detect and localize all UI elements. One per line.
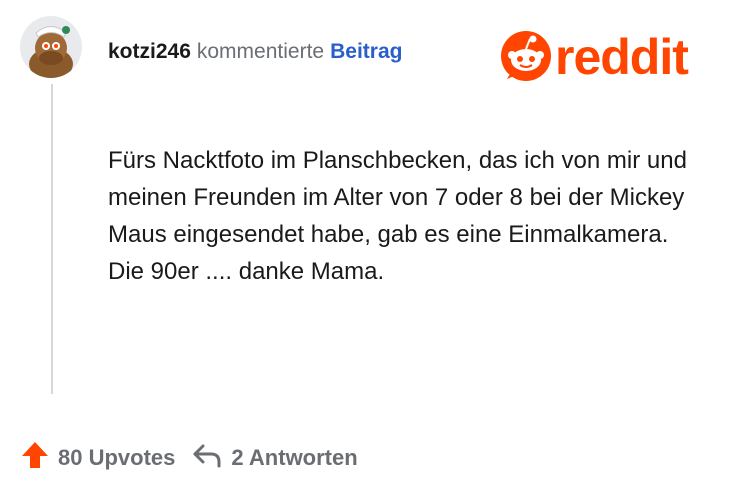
comment-footer: 80 Upvotes 2 Antworten — [20, 440, 358, 476]
username[interactable]: kotzi246 — [108, 40, 191, 64]
comment-header: kotzi246 kommentierte Beitrag — [108, 40, 402, 70]
comment-card: kotzi246 kommentierte Beitrag reddit Für… — [0, 0, 732, 482]
comment-body: Fürs Nacktfoto im Planschbecken, das ich… — [108, 147, 687, 285]
reddit-logo: reddit — [499, 28, 689, 88]
reply-arrow-icon — [191, 440, 223, 476]
upvote-count: 80 Upvotes — [58, 445, 176, 470]
post-link[interactable]: Beitrag — [330, 40, 402, 64]
reply-count: 2 Antworten — [231, 445, 358, 470]
thread-line — [51, 84, 53, 394]
comment-action: kommentierte — [196, 40, 325, 63]
reply-button[interactable]: 2 Antworten — [191, 440, 358, 476]
reddit-wordmark: reddit — [555, 28, 689, 85]
avatar[interactable] — [20, 16, 82, 78]
upvote-button[interactable]: 80 Upvotes — [20, 440, 175, 476]
reddit-snoo-icon — [499, 29, 553, 88]
upvote-arrow-icon — [20, 440, 50, 476]
